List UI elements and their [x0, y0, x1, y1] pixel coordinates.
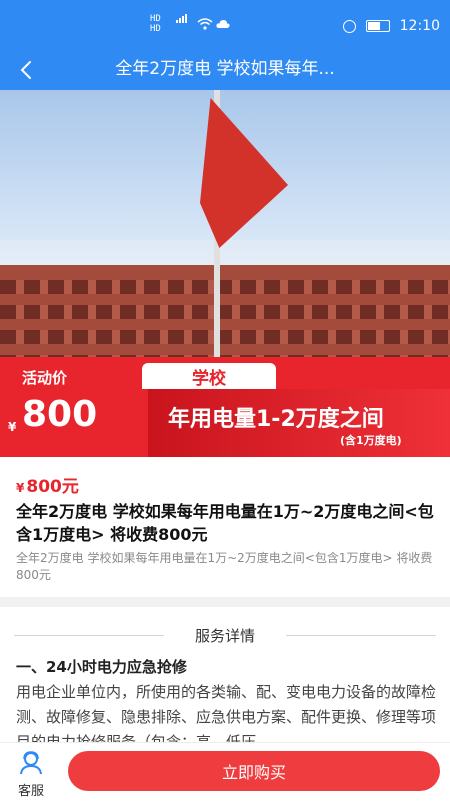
product-price: ¥800元 [16, 472, 79, 497]
signal-icon [176, 14, 187, 23]
cloud-icon [216, 20, 230, 28]
network-label-1: HD [150, 14, 161, 24]
promo-main-text: 年用电量1-2万度之间 [168, 407, 384, 432]
service-section-header: 服务详情 [14, 625, 436, 645]
product-price-text: 800元 [26, 477, 79, 497]
product-price-currency: ¥ [16, 481, 25, 495]
top-navigation-bar: 全年2万度电 学校如果每年... [0, 50, 450, 90]
service-section-title: 服务详情 [194, 627, 255, 645]
customer-service-button[interactable]: 客服 [6, 750, 56, 799]
promo-category-tag: 学校 [142, 363, 276, 389]
status-bar: HD HD 12:10 [0, 0, 450, 50]
customer-service-icon [20, 751, 42, 775]
battery-icon [365, 20, 390, 32]
network-type-indicator: HD HD [150, 14, 161, 34]
network-label-2: HD [150, 24, 161, 34]
status-right: 12:10 [342, 18, 440, 34]
wifi-icon [197, 18, 213, 30]
chevron-left-icon [20, 61, 31, 79]
buy-now-button[interactable]: 立即购买 [68, 751, 440, 791]
status-time: 12:10 [399, 18, 440, 34]
back-button[interactable] [12, 56, 40, 84]
promo-price-tag: 活动价 [22, 369, 68, 387]
product-description: 全年2万度电 学校如果每年用电量在1万~2万度电之间<包含1万度电> 将收费80… [16, 551, 433, 582]
product-title: 全年2万度电 学校如果每年用电量在1万~2万度电之间<包含1万度电> 将收费80… [16, 502, 434, 544]
service-item-text: 用电企业单位内，所使用的各类输、配、变电电力设备的故障检测、故障修复、隐患排除、… [16, 683, 436, 742]
alarm-icon [342, 19, 356, 33]
service-item-heading: 一、24小时电力应急抢修 [16, 658, 187, 676]
promo-currency: ¥ [8, 420, 17, 434]
promo-price: 800 [22, 394, 98, 435]
wifi-cloud-icons [197, 18, 230, 30]
section-divider [0, 597, 450, 607]
page-title: 全年2万度电 学校如果每年... [115, 59, 335, 79]
promo-sub-text: (含1万度电) [340, 434, 402, 447]
customer-service-label: 客服 [17, 784, 44, 799]
